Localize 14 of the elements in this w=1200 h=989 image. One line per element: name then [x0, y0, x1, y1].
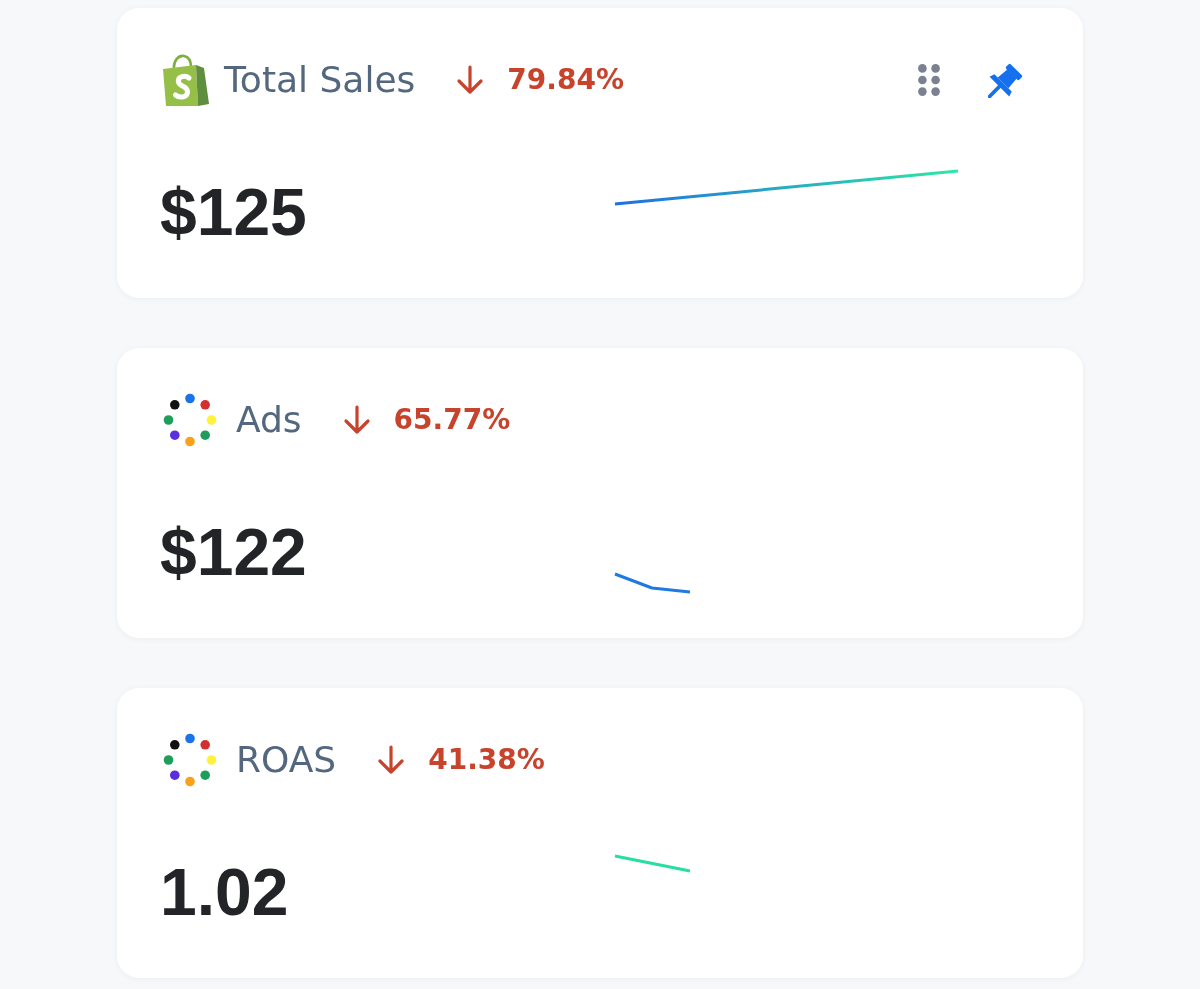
card-title: Total Sales — [224, 58, 416, 102]
card-title: ROAS — [236, 738, 337, 782]
pin-icon[interactable] — [988, 62, 1024, 98]
shopping-bag-icon — [160, 54, 210, 106]
dot-ring-icon — [163, 733, 217, 787]
change-percentage: 41.38% — [428, 743, 545, 777]
metric-value: $125 — [160, 174, 308, 245]
card-title: Ads — [236, 398, 302, 442]
drag-handle-icon[interactable] — [918, 64, 940, 96]
change-percentage: 65.77% — [393, 403, 511, 437]
metric-value: 1.02 — [160, 854, 290, 925]
change-percentage: 79.84% — [507, 63, 624, 97]
dot-ring-icon — [163, 393, 217, 447]
metric-value: $122 — [160, 514, 308, 585]
